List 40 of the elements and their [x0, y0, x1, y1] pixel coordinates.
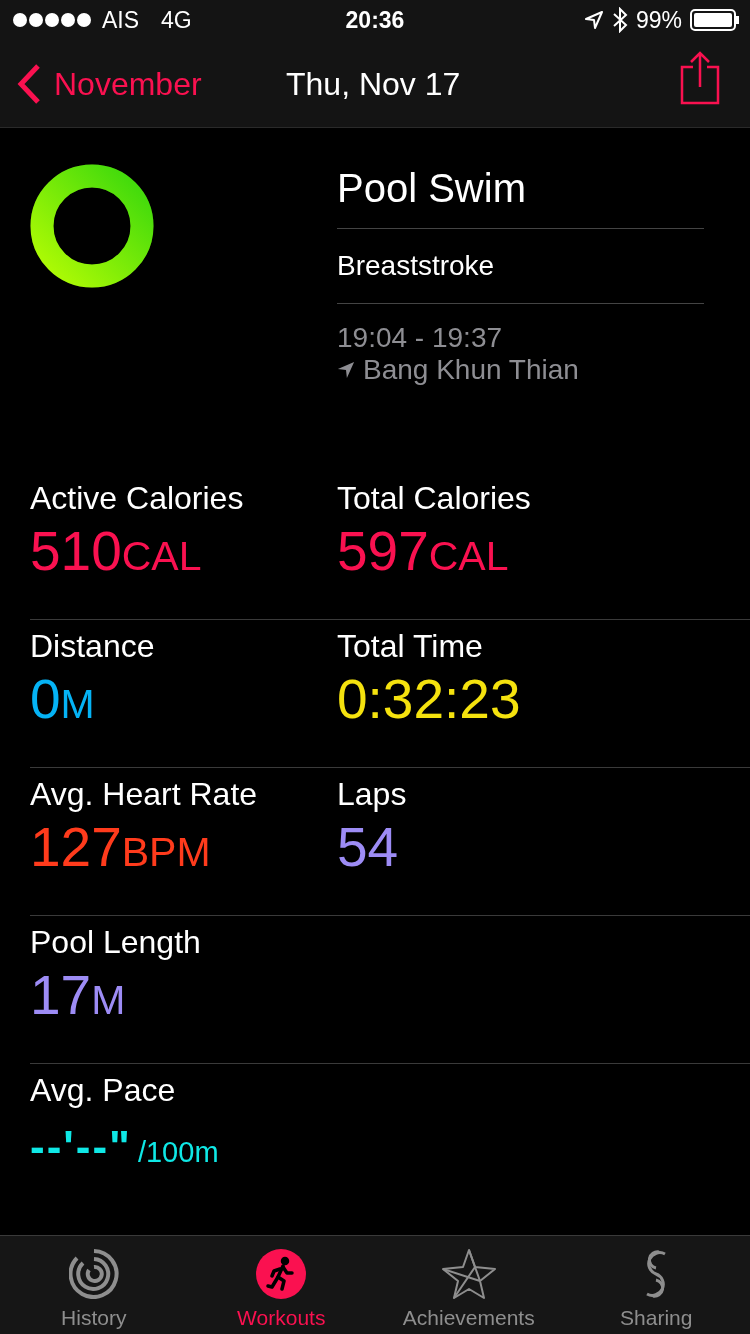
metric-value: 597CAL [337, 519, 510, 584]
location-name: Bang Khun Thian [363, 354, 579, 386]
star-icon [440, 1248, 497, 1300]
clock-time: 20:36 [344, 6, 406, 34]
metric-label: Pool Length [30, 923, 202, 962]
carrier-name: AIS [102, 6, 140, 34]
metric-value: 0M [30, 667, 96, 732]
stroke-type: Breaststroke [337, 229, 704, 304]
metric-label: Avg. Heart Rate [30, 775, 259, 814]
tab[interactable]: Workouts [187, 1236, 375, 1334]
location-icon [337, 361, 355, 379]
workout-name: Pool Swim [337, 144, 704, 229]
metric-label: Total Time [337, 627, 484, 666]
rings-icon [68, 1249, 119, 1299]
bluetooth-icon [611, 7, 628, 33]
nav-title: Thu, Nov 17 [286, 65, 461, 103]
tab[interactable]: Sharing [562, 1236, 750, 1334]
battery-icon [690, 9, 740, 31]
metric-label: Active Calories [30, 479, 245, 518]
chevron-left-icon [16, 63, 42, 105]
pace-value: --'--"/100m [30, 1121, 220, 1173]
metric-value: 54 [337, 815, 400, 880]
back-button[interactable]: November [16, 63, 202, 105]
tab[interactable]: Achievements [375, 1236, 563, 1334]
metric-label: Distance [30, 627, 156, 666]
signal-icon [12, 12, 94, 28]
location-icon [583, 10, 604, 30]
share-icon[interactable] [680, 51, 720, 105]
time-range: 19:04 - 19:37 [337, 322, 504, 354]
runner-icon [256, 1249, 307, 1299]
metric-value: 510CAL [30, 519, 203, 584]
metric-value: 127BPM [30, 815, 212, 880]
metric-value: 17M [30, 963, 127, 1028]
metric-value: 0:32:23 [337, 667, 522, 732]
network-type: 4G [161, 6, 192, 34]
battery-percent: 99% [635, 6, 682, 34]
metric-label: Avg. Pace [30, 1071, 177, 1110]
metric-label: Laps [337, 775, 408, 814]
metric-label: Total Calories [337, 479, 532, 518]
tab[interactable]: History [0, 1236, 188, 1334]
